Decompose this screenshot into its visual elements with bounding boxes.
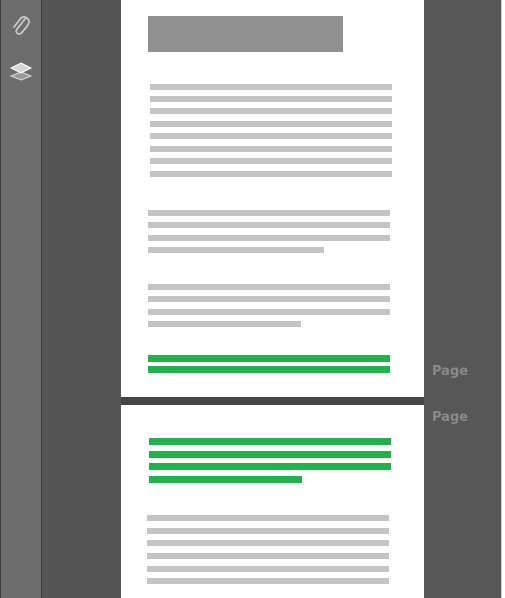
layers-button[interactable] — [7, 59, 35, 87]
document-page-2[interactable] — [121, 405, 424, 598]
left-toolbar — [0, 0, 42, 598]
paperclip-icon — [10, 14, 32, 42]
title-placeholder — [148, 16, 343, 52]
window-edge — [501, 0, 505, 598]
document-page-1[interactable] — [121, 0, 424, 397]
document-gutter — [43, 0, 121, 598]
attachments-button[interactable] — [7, 14, 35, 42]
page-separator — [121, 397, 424, 405]
page-1-label[interactable]: Page — [432, 364, 468, 379]
layers-icon — [9, 59, 33, 87]
thumbnail-panel — [424, 0, 501, 598]
page-2-label[interactable]: Page — [432, 410, 468, 425]
